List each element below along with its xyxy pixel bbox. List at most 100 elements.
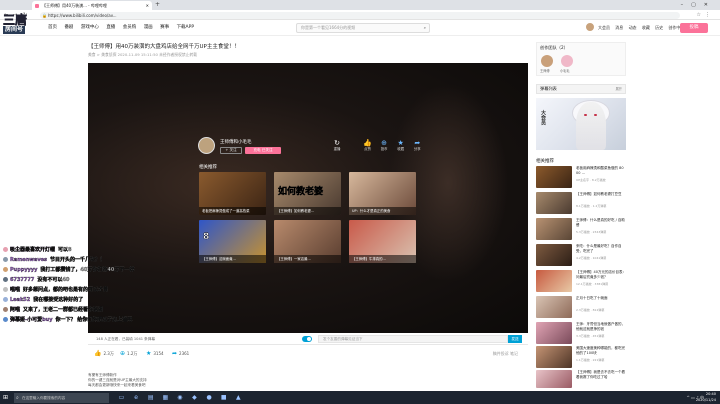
related-video-item[interactable]: 老板用麻辣烫和酸菜鱼做的 80 00 ... UP主名字 · 8.2万播放 [536,166,626,190]
share-action[interactable]: ➦ 分享 [410,139,425,152]
chat-text: 我在哪接受这种好的了 [33,297,84,303]
creator-name[interactable]: 小毛毛 [560,68,570,73]
related-video-item[interactable]: 王师傅：什么是真的好吃 / 自助餐 5.3万播放 · 2343弹幕 [536,218,626,242]
chat-user: 喵喵 [10,287,21,293]
chat-message: 喵喵 好多想问点，都的吧也是有的可以才贵 [2,286,108,295]
up-name[interactable]: 王师傅和小毛毛 [220,139,252,145]
lock-icon: 🔒 [42,12,47,18]
favorite-button[interactable]: ★ 3154 [146,348,164,360]
report-links[interactable]: 稿件投诉 笔记 [493,348,518,360]
charge-button[interactable]: 充电 已关注 [245,147,281,154]
favorite-action[interactable]: ★ 收藏 [393,139,408,152]
replay-button[interactable]: ↻ 重播 [330,139,344,152]
follow-button[interactable]: + 关注 [220,147,242,154]
danmaku-list-expand[interactable]: 展开 [616,85,622,93]
chat-text: 没有不可以40 [37,277,70,283]
ad-character-eye [594,114,597,116]
thumbs-up-icon: 👍 [363,139,372,147]
creator-avatar[interactable] [541,55,553,67]
chat-text: 又来了，王老二一群都已经看你格桐 [23,307,104,313]
up-avatar[interactable] [198,137,215,154]
like-button[interactable]: 👍 2.3万 [94,348,114,360]
close-tab-icon[interactable]: ✕ [146,1,149,10]
endscreen-related-header: 相关推荐 [199,165,217,170]
store-icon[interactable]: ▦ [159,391,172,404]
danmaku-send-button[interactable]: 发送 [508,335,522,343]
related-video-item[interactable]: 【王师傅】我是去不去吃一个看看我赛了你吃过了哈 [536,370,626,390]
action-label: 投币 [380,147,388,151]
danmaku-list-label: 弹幕列表 [540,86,557,91]
desc-line: 每天都会更新哦快来一起来看美食吧 [88,383,146,387]
chrome-icon[interactable]: ◉ [173,391,186,404]
taskbar-search-input[interactable]: 在这里输入你要搜索的内容 [14,392,109,403]
folder-icon[interactable]: ▤ [144,391,157,404]
related-videos-title: 相关推荐 [536,159,554,164]
related-video-item[interactable]: 【王师傅】如何教老婆打豆豆 8.1万播放 · 1.2万弹幕 [536,192,626,216]
related-video-item[interactable]: 正月十日吃了十碗面 2.3万播放 · 812弹幕 [536,296,626,320]
nav-item[interactable]: 会员购 [123,25,137,30]
like-action[interactable]: 👍 点赞 [360,139,375,152]
taskbar-clock[interactable]: 20:40 2020/11/24 [696,392,716,403]
coin-button[interactable]: ⊕ 1.2万 [120,348,137,360]
nav-item[interactable]: 漫画 [144,25,153,30]
nav-item[interactable]: 番剧 [64,25,73,30]
app-icon[interactable]: ▲ [232,391,245,404]
chat-message: 吸尘器最喜欢开灯帽 可以8 [2,246,72,255]
site-search-input[interactable]: 你是第一个看见1664分的视频 ⌕ [296,23,430,33]
related-card[interactable]: 如何教老婆 【王师傅】如何教老婆... [274,172,341,215]
edge-icon[interactable]: e [130,391,143,404]
related-video-meta: 5.3万播放 · 2343弹幕 [576,230,607,234]
chat-avatar [2,266,9,273]
user-link[interactable]: 大会员 [598,25,610,30]
related-card[interactable]: 老板把麻辣烫做成了一道高档菜 [199,172,266,215]
share-button[interactable]: ➦ 2361 [172,348,189,360]
user-link[interactable]: 消息 [615,25,623,30]
creator-name[interactable]: 王师傅 [540,68,550,73]
related-card[interactable]: 8 【王师傅】这碗面竟... [199,220,266,263]
user-link[interactable]: 收藏 [642,25,650,30]
address-bar[interactable]: 🔒 https://www.bilibili.com/video/av... [40,11,680,19]
app-icon[interactable]: ● [203,391,216,404]
nav-item[interactable]: 赛事 [160,25,169,30]
action-label: 收藏 [397,147,405,151]
danmaku-toggle[interactable] [302,336,312,342]
star-icon: ★ [397,139,404,147]
new-tab-icon[interactable]: + [155,0,160,10]
coin-count: 1.2万 [127,351,138,356]
player-control-bar: 148 人正在看，已装填 1041 条弹幕 发个友善的弹幕见证当下 发送 [88,333,528,345]
related-card[interactable]: 【王师傅】一家店最... [274,220,341,263]
windows-start-icon[interactable]: ⊞ [3,394,8,401]
creator-avatar[interactable] [561,55,573,67]
coin-action[interactable]: ⊕ 投币 [377,139,392,152]
related-video-item[interactable]: 来吃：什么是最好吃？自作自受，吃完了 4.2万播放 · 1041弹幕 [536,244,626,268]
window-controls[interactable]: –▢✕ [681,0,716,10]
user-avatar[interactable] [585,22,595,32]
related-video-item[interactable]: 美国大速度美种哪能的，都吃完他的了100块 1.1万播放 · 221弹幕 [536,346,626,370]
danmaku-input[interactable]: 发个友善的弹幕见证当下 [318,335,508,343]
ad-banner[interactable]: 大会员 [536,98,626,150]
card-caption: 【王师傅】牛排真的... [349,255,416,263]
task-view-icon[interactable]: ▭ [115,391,128,404]
share-count: 2361 [179,351,190,356]
nav-item[interactable]: 首页 [48,25,57,30]
user-link[interactable]: 动态 [629,25,637,30]
app-icon[interactable]: ◆ [188,391,201,404]
nav-item[interactable]: 下载APP [177,25,195,30]
video-player[interactable]: 王师傅和小毛毛 + 关注 充电 已关注 ↻ 重播 👍 点赞 ⊕ 投币 ★ 收藏 ➦ 分享… [88,63,528,333]
related-card[interactable]: UP：什么才是真正的美食 [349,172,416,215]
browser-menu-icon[interactable]: ☆⋮ [697,10,714,20]
user-link[interactable]: 历史 [655,25,663,30]
nav-item[interactable]: 游戏中心 [81,25,99,30]
action-label: 点赞 [364,147,371,151]
search-icon[interactable]: ⌕ [424,24,426,32]
video-meta: 美食 > 美食侦探 2020-11-09 15:11:50 未经作者授权禁止转载 [88,52,198,57]
nav-item[interactable]: 直播 [106,25,115,30]
chat-user: 阿喵 [10,307,21,313]
related-card[interactable]: 【王师傅】牛排真的... [349,220,416,263]
related-video-item[interactable]: 【王师傅】40万元的店价目表：问最后究竟多少钱？ 12.1万播放 · 3381弹幕 [536,270,626,294]
danmaku-list-panel[interactable]: 弹幕列表 展开 [536,84,626,94]
upload-button[interactable]: 投稿 [680,23,708,33]
app-icon[interactable]: ■ [217,391,230,404]
related-video-item[interactable]: 王师：牙膏但当地就做户做的，他就这就是挣的钱 3.3万播放 · 451弹幕 [536,322,626,346]
browser-tab[interactable]: 【王师傅】用40万装潢... - 哔哩哔哩 ✕ [32,1,152,10]
